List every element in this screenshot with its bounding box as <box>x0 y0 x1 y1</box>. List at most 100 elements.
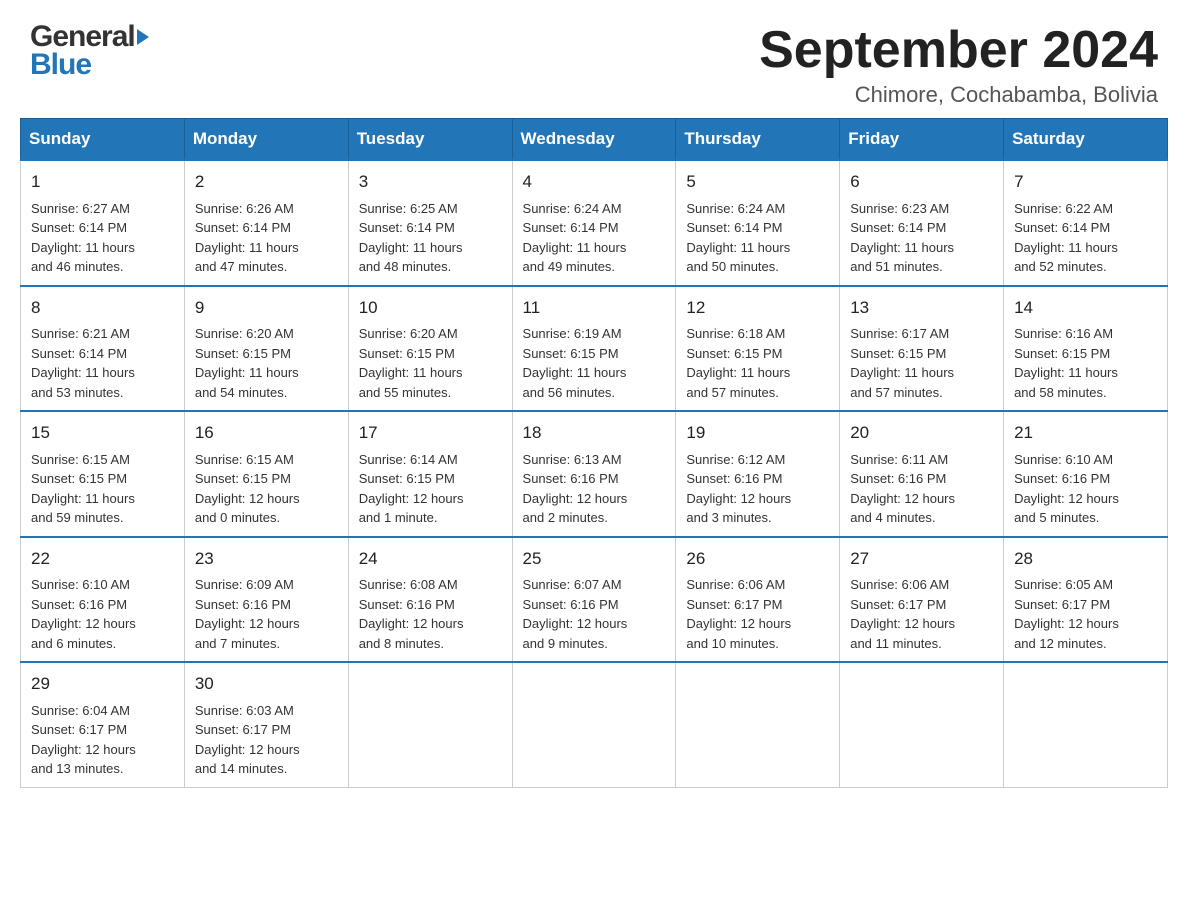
day-info: Sunrise: 6:25 AMSunset: 6:14 PMDaylight:… <box>359 199 502 277</box>
day-number: 24 <box>359 546 502 572</box>
calendar-cell: 4 Sunrise: 6:24 AMSunset: 6:14 PMDaylight… <box>512 160 676 286</box>
week-row-4: 22 Sunrise: 6:10 AMSunset: 6:16 PMDayligh… <box>21 537 1168 663</box>
calendar-cell: 25 Sunrise: 6:07 AMSunset: 6:16 PMDayligh… <box>512 537 676 663</box>
calendar-cell: 22 Sunrise: 6:10 AMSunset: 6:16 PMDayligh… <box>21 537 185 663</box>
calendar-cell: 12 Sunrise: 6:18 AMSunset: 6:15 PMDayligh… <box>676 286 840 412</box>
day-info: Sunrise: 6:24 AMSunset: 6:14 PMDaylight:… <box>523 199 666 277</box>
day-number: 12 <box>686 295 829 321</box>
day-info: Sunrise: 6:21 AMSunset: 6:14 PMDaylight:… <box>31 324 174 402</box>
day-number: 8 <box>31 295 174 321</box>
month-year-title: September 2024 <box>759 20 1158 80</box>
day-info: Sunrise: 6:15 AMSunset: 6:15 PMDaylight:… <box>195 450 338 528</box>
calendar-cell: 8 Sunrise: 6:21 AMSunset: 6:14 PMDaylight… <box>21 286 185 412</box>
day-info: Sunrise: 6:12 AMSunset: 6:16 PMDaylight:… <box>686 450 829 528</box>
day-number: 14 <box>1014 295 1157 321</box>
day-info: Sunrise: 6:16 AMSunset: 6:15 PMDaylight:… <box>1014 324 1157 402</box>
calendar-cell: 9 Sunrise: 6:20 AMSunset: 6:15 PMDaylight… <box>184 286 348 412</box>
day-number: 13 <box>850 295 993 321</box>
day-info: Sunrise: 6:10 AMSunset: 6:16 PMDaylight:… <box>31 575 174 653</box>
day-info: Sunrise: 6:20 AMSunset: 6:15 PMDaylight:… <box>359 324 502 402</box>
day-info: Sunrise: 6:22 AMSunset: 6:14 PMDaylight:… <box>1014 199 1157 277</box>
day-number: 23 <box>195 546 338 572</box>
calendar-cell <box>512 662 676 787</box>
week-row-2: 8 Sunrise: 6:21 AMSunset: 6:14 PMDaylight… <box>21 286 1168 412</box>
day-info: Sunrise: 6:15 AMSunset: 6:15 PMDaylight:… <box>31 450 174 528</box>
day-number: 3 <box>359 169 502 195</box>
day-number: 18 <box>523 420 666 446</box>
calendar-cell: 30 Sunrise: 6:03 AMSunset: 6:17 PMDayligh… <box>184 662 348 787</box>
day-number: 25 <box>523 546 666 572</box>
day-info: Sunrise: 6:06 AMSunset: 6:17 PMDaylight:… <box>686 575 829 653</box>
calendar-cell: 16 Sunrise: 6:15 AMSunset: 6:15 PMDayligh… <box>184 411 348 537</box>
calendar-cell: 15Sunrise: 6:15 AMSunset: 6:15 PMDayligh… <box>21 411 185 537</box>
day-number: 29 <box>31 671 174 697</box>
calendar-cell: 3 Sunrise: 6:25 AMSunset: 6:14 PMDaylight… <box>348 160 512 286</box>
header-day-saturday: Saturday <box>1004 119 1168 161</box>
header-day-wednesday: Wednesday <box>512 119 676 161</box>
logo-arrow-icon <box>137 29 149 45</box>
calendar-cell: 19 Sunrise: 6:12 AMSunset: 6:16 PMDayligh… <box>676 411 840 537</box>
calendar-cell <box>676 662 840 787</box>
header-day-thursday: Thursday <box>676 119 840 161</box>
calendar-cell: 29 Sunrise: 6:04 AMSunset: 6:17 PMDayligh… <box>21 662 185 787</box>
calendar-cell: 17 Sunrise: 6:14 AMSunset: 6:15 PMDayligh… <box>348 411 512 537</box>
day-info: Sunrise: 6:20 AMSunset: 6:15 PMDaylight:… <box>195 324 338 402</box>
logo-blue-text: Blue <box>30 48 91 82</box>
header-day-monday: Monday <box>184 119 348 161</box>
calendar-cell: 11Sunrise: 6:19 AMSunset: 6:15 PMDayligh… <box>512 286 676 412</box>
calendar-cell: 28 Sunrise: 6:05 AMSunset: 6:17 PMDayligh… <box>1004 537 1168 663</box>
day-info: Sunrise: 6:17 AMSunset: 6:15 PMDaylight:… <box>850 324 993 402</box>
day-number: 6 <box>850 169 993 195</box>
day-info: Sunrise: 6:07 AMSunset: 6:16 PMDaylight:… <box>523 575 666 653</box>
day-number: 20 <box>850 420 993 446</box>
day-number: 16 <box>195 420 338 446</box>
calendar-cell: 6 Sunrise: 6:23 AMSunset: 6:14 PMDaylight… <box>840 160 1004 286</box>
day-info: Sunrise: 6:18 AMSunset: 6:15 PMDaylight:… <box>686 324 829 402</box>
header-row: SundayMondayTuesdayWednesdayThursdayFrid… <box>21 119 1168 161</box>
calendar-cell: 21 Sunrise: 6:10 AMSunset: 6:16 PMDayligh… <box>1004 411 1168 537</box>
day-info: Sunrise: 6:06 AMSunset: 6:17 PMDaylight:… <box>850 575 993 653</box>
day-info: Sunrise: 6:24 AMSunset: 6:14 PMDaylight:… <box>686 199 829 277</box>
calendar-cell: 20 Sunrise: 6:11 AMSunset: 6:16 PMDayligh… <box>840 411 1004 537</box>
day-number: 10 <box>359 295 502 321</box>
calendar-body: 1Sunrise: 6:27 AMSunset: 6:14 PMDaylight… <box>21 160 1168 787</box>
calendar-table: SundayMondayTuesdayWednesdayThursdayFrid… <box>20 118 1168 788</box>
day-number: 21 <box>1014 420 1157 446</box>
day-number: 19 <box>686 420 829 446</box>
day-number: 17 <box>359 420 502 446</box>
day-info: Sunrise: 6:14 AMSunset: 6:15 PMDaylight:… <box>359 450 502 528</box>
calendar-cell: 26 Sunrise: 6:06 AMSunset: 6:17 PMDayligh… <box>676 537 840 663</box>
day-info: Sunrise: 6:10 AMSunset: 6:16 PMDaylight:… <box>1014 450 1157 528</box>
day-number: 26 <box>686 546 829 572</box>
calendar-cell: 27 Sunrise: 6:06 AMSunset: 6:17 PMDayligh… <box>840 537 1004 663</box>
calendar-cell: 14 Sunrise: 6:16 AMSunset: 6:15 PMDayligh… <box>1004 286 1168 412</box>
calendar-cell <box>840 662 1004 787</box>
week-row-1: 1Sunrise: 6:27 AMSunset: 6:14 PMDaylight… <box>21 160 1168 286</box>
day-info: Sunrise: 6:03 AMSunset: 6:17 PMDaylight:… <box>195 701 338 779</box>
header-day-tuesday: Tuesday <box>348 119 512 161</box>
day-info: Sunrise: 6:11 AMSunset: 6:16 PMDaylight:… <box>850 450 993 528</box>
day-number: 5 <box>686 169 829 195</box>
day-info: Sunrise: 6:04 AMSunset: 6:17 PMDaylight:… <box>31 701 174 779</box>
day-number: 22 <box>31 546 174 572</box>
header-day-friday: Friday <box>840 119 1004 161</box>
week-row-5: 29 Sunrise: 6:04 AMSunset: 6:17 PMDayligh… <box>21 662 1168 787</box>
calendar-cell: 2Sunrise: 6:26 AMSunset: 6:14 PMDaylight… <box>184 160 348 286</box>
day-info: Sunrise: 6:05 AMSunset: 6:17 PMDaylight:… <box>1014 575 1157 653</box>
header-day-sunday: Sunday <box>21 119 185 161</box>
day-number: 11 <box>523 295 666 321</box>
day-number: 30 <box>195 671 338 697</box>
day-number: 9 <box>195 295 338 321</box>
day-info: Sunrise: 6:26 AMSunset: 6:14 PMDaylight:… <box>195 199 338 277</box>
calendar-cell <box>348 662 512 787</box>
calendar-cell: 13 Sunrise: 6:17 AMSunset: 6:15 PMDayligh… <box>840 286 1004 412</box>
week-row-3: 15Sunrise: 6:15 AMSunset: 6:15 PMDayligh… <box>21 411 1168 537</box>
day-info: Sunrise: 6:09 AMSunset: 6:16 PMDaylight:… <box>195 575 338 653</box>
calendar-cell: 10 Sunrise: 6:20 AMSunset: 6:15 PMDayligh… <box>348 286 512 412</box>
logo: General Blue <box>30 20 149 82</box>
day-number: 28 <box>1014 546 1157 572</box>
day-info: Sunrise: 6:23 AMSunset: 6:14 PMDaylight:… <box>850 199 993 277</box>
day-number: 4 <box>523 169 666 195</box>
calendar-cell: 18Sunrise: 6:13 AMSunset: 6:16 PMDayligh… <box>512 411 676 537</box>
day-number: 27 <box>850 546 993 572</box>
